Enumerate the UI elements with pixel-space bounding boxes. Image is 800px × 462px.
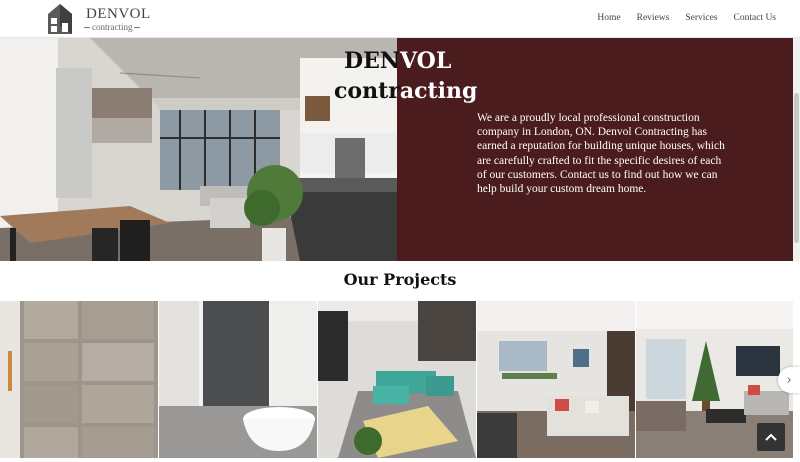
project-image-tile-wall[interactable]: [0, 301, 158, 458]
brand-tagline-wrap: contracting: [82, 22, 142, 32]
hero-title: DENVOL contracting: [0, 46, 800, 108]
chevron-right-icon: ›: [786, 372, 792, 388]
nav-services[interactable]: Services: [685, 13, 717, 23]
site-header: DENVOL contracting Home Reviews Services…: [0, 0, 800, 38]
hero-title-line1-dark: DEN: [344, 48, 400, 74]
projects-heading: Our Projects: [343, 270, 457, 289]
hero-title-line2-dark: contr: [334, 78, 400, 104]
scrollbar-thumb[interactable]: [794, 93, 799, 243]
hero-description: We are a proudly local professional cons…: [477, 112, 725, 196]
gallery-next-button[interactable]: ›: [778, 367, 800, 393]
project-image-tile-bathroom[interactable]: [159, 301, 317, 458]
project-image-tile-white-sofa[interactable]: [477, 301, 635, 458]
main-nav: Home Reviews Services Contact Us: [597, 13, 776, 23]
back-to-top-button[interactable]: [757, 423, 785, 451]
brand-tagline: contracting: [92, 22, 133, 32]
house-logo-icon: [48, 4, 72, 34]
project-image-tile-living-room[interactable]: [318, 301, 476, 458]
nav-home[interactable]: Home: [597, 13, 620, 23]
nav-reviews[interactable]: Reviews: [637, 13, 670, 23]
hero-title-line1-light: VOL: [399, 48, 452, 74]
projects-gallery: [0, 301, 800, 458]
nav-contact-us[interactable]: Contact Us: [734, 13, 776, 23]
brand-name: DENVOL: [86, 6, 151, 22]
hero-title-line2-light: acting: [399, 78, 478, 104]
chevron-up-icon: [765, 433, 777, 441]
hero-section: DENVOL contracting We are a proudly loca…: [0, 38, 800, 261]
brand-logo[interactable]: DENVOL contracting: [46, 2, 156, 36]
